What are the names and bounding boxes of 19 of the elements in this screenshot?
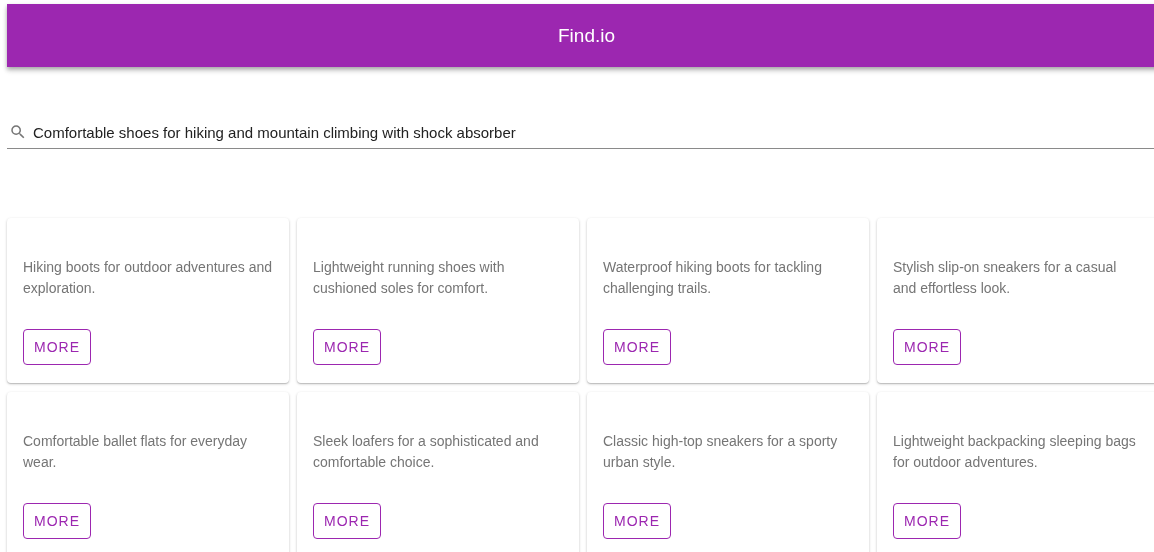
card-description: Lightweight running shoes with cushioned soles for comfort. — [313, 258, 506, 298]
more-button[interactable]: MORE — [23, 503, 91, 539]
more-button[interactable]: MORE — [313, 503, 381, 539]
card-description: Stylish slip-on sneakers for a casual and effortless look. — [893, 258, 1118, 298]
more-button[interactable]: MORE — [313, 329, 381, 365]
card-description: Sleek loafers for a sophisticated and comfortable choice. — [313, 432, 540, 472]
search-icon — [9, 123, 27, 141]
more-button[interactable]: MORE — [893, 503, 961, 539]
more-button[interactable]: MORE — [893, 329, 961, 365]
card-description: Waterproof hiking boots for tackling challenging trails. — [603, 258, 823, 298]
app-title: Find.io — [558, 24, 615, 47]
card-description: Hiking boots for outdoor adventures and exploration. — [23, 258, 273, 298]
card-description: Classic high-top sneakers for a sporty urban style. — [603, 432, 839, 472]
more-button[interactable]: MORE — [23, 329, 91, 365]
more-button[interactable]: MORE — [603, 503, 671, 539]
card-description: Lightweight backpacking sleeping bags for outdoor adventures. — [893, 432, 1137, 472]
card-description: Comfortable ballet flats for everyday wear. — [23, 432, 249, 472]
more-button[interactable]: MORE — [603, 329, 671, 365]
search-field[interactable]: Comfortable shoes for hiking and mountain climbing with shock absorber — [33, 123, 1154, 141]
